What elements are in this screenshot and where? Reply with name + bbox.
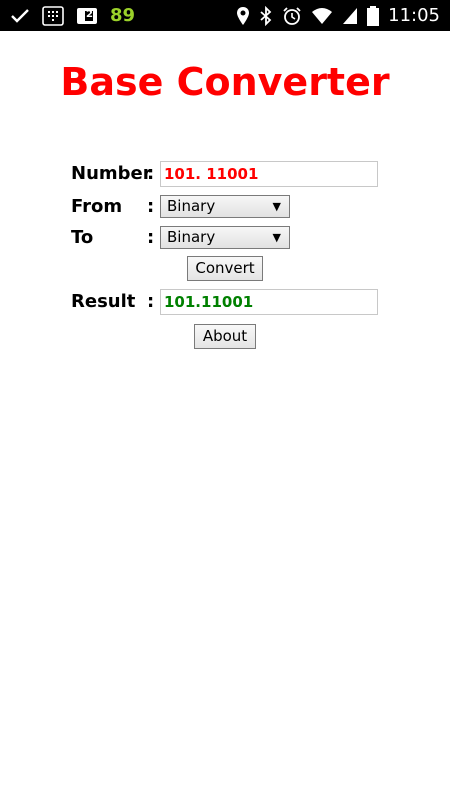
keypad-icon <box>42 5 64 26</box>
page-title: Base Converter <box>60 60 390 104</box>
from-colon: : <box>147 196 155 217</box>
dropdown-arrow-icon: ▼ <box>272 231 281 244</box>
status-bar: 2 89 11:05 <box>0 0 450 31</box>
result-colon: : <box>147 291 155 312</box>
to-select-value: Binary <box>167 228 216 246</box>
result-field[interactable]: 101.11001 <box>160 289 378 315</box>
convert-button[interactable]: Convert <box>187 256 263 281</box>
notification-count: 2 <box>86 8 93 20</box>
to-label: To <box>71 227 94 248</box>
battery-percent-badge: 89 <box>110 5 136 26</box>
to-colon: : <box>147 227 155 248</box>
from-select-value: Binary <box>167 197 216 215</box>
clock: 11:05 <box>388 5 440 26</box>
bluetooth-icon <box>259 5 273 26</box>
number-colon: : <box>147 163 155 184</box>
dropdown-arrow-icon: ▼ <box>272 200 281 213</box>
battery-icon <box>367 5 380 26</box>
from-select[interactable]: Binary ▼ <box>160 195 290 218</box>
alarm-icon <box>282 6 302 26</box>
result-label: Result <box>71 291 136 312</box>
number-label: Number <box>71 163 152 184</box>
notification-icon: 2 <box>76 6 98 26</box>
from-label: From <box>71 196 123 217</box>
location-icon <box>236 6 250 26</box>
to-select[interactable]: Binary ▼ <box>160 226 290 249</box>
signal-icon <box>342 7 358 25</box>
wifi-icon <box>311 7 333 25</box>
number-input[interactable]: 101. 11001 <box>160 161 378 187</box>
check-icon <box>10 8 30 24</box>
about-button[interactable]: About <box>194 324 256 349</box>
